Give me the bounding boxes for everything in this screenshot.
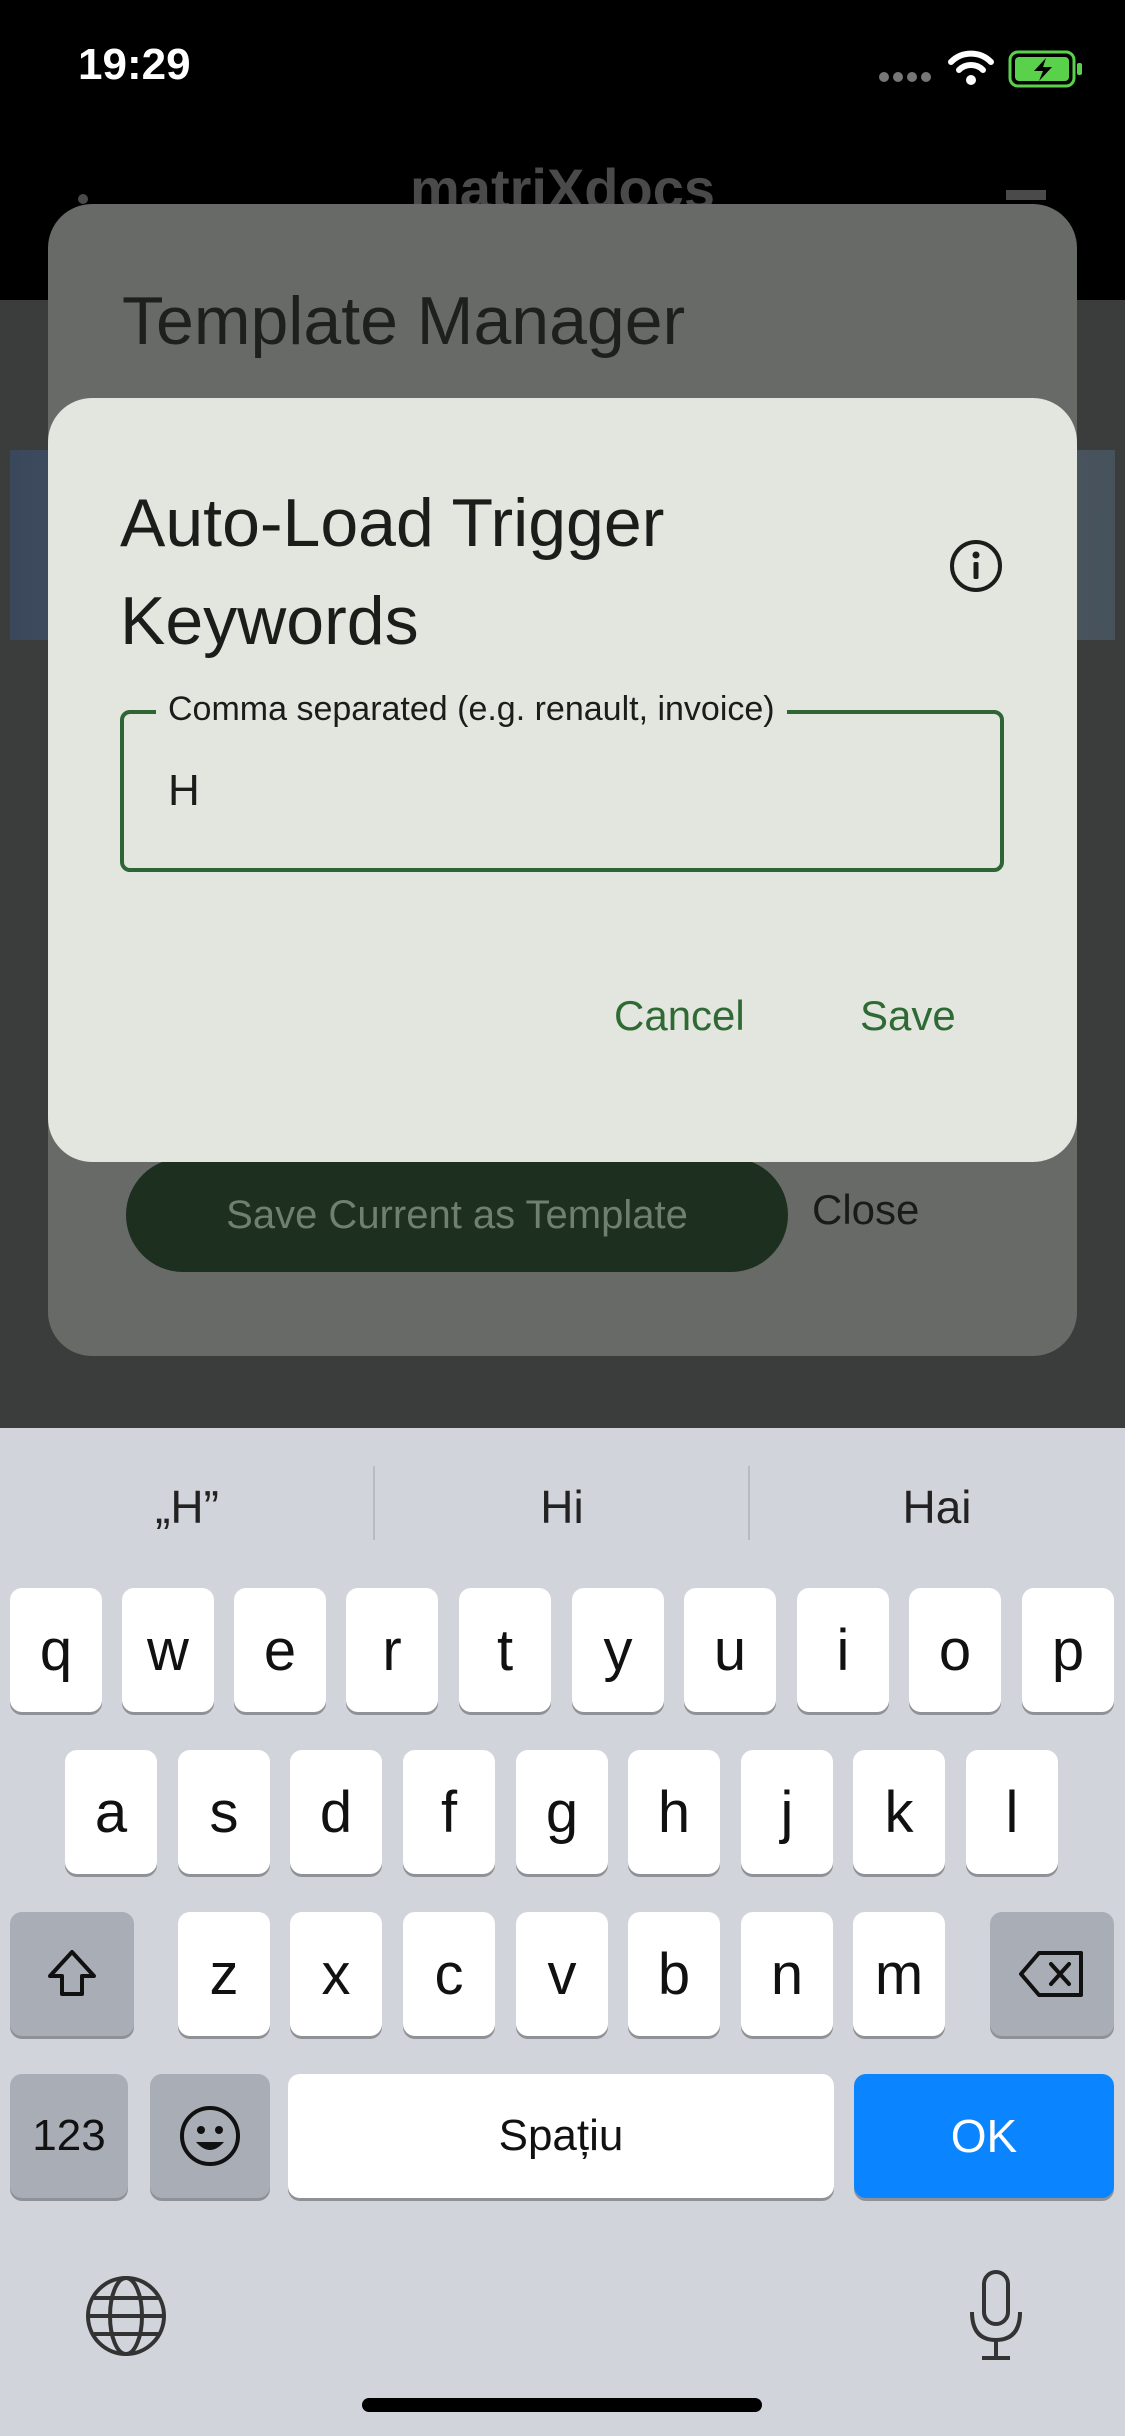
space-key[interactable]: Spațiu: [288, 2074, 834, 2198]
shift-key[interactable]: [10, 1912, 134, 2036]
emoji-key[interactable]: [150, 2074, 270, 2198]
key-y[interactable]: y: [572, 1588, 664, 1712]
key-c[interactable]: c: [403, 1912, 495, 2036]
key-g[interactable]: g: [516, 1750, 608, 1874]
key-r[interactable]: r: [346, 1588, 438, 1712]
key-l[interactable]: l: [966, 1750, 1058, 1874]
suggestion-item[interactable]: Hai: [750, 1480, 1124, 1540]
key-v[interactable]: v: [516, 1912, 608, 2036]
suggestion-item[interactable]: „H”: [0, 1480, 374, 1540]
microphone-icon[interactable]: [966, 2268, 1026, 2364]
suggestion-item[interactable]: Hi: [375, 1480, 749, 1540]
key-h[interactable]: h: [628, 1750, 720, 1874]
backspace-icon: [1019, 1951, 1083, 1997]
key-b[interactable]: b: [628, 1912, 720, 2036]
menu-icon[interactable]: [78, 194, 88, 204]
key-z[interactable]: z: [178, 1912, 270, 2036]
cellular-signal-icon: [879, 72, 931, 82]
globe-icon[interactable]: [84, 2274, 168, 2358]
text-size-icon[interactable]: [1006, 190, 1046, 200]
key-t[interactable]: t: [459, 1588, 551, 1712]
key-o[interactable]: o: [909, 1588, 1001, 1712]
save-as-template-button[interactable]: Save Current as Template: [126, 1158, 788, 1272]
key-p[interactable]: p: [1022, 1588, 1114, 1712]
key-u[interactable]: u: [684, 1588, 776, 1712]
keywords-dialog-title: Auto-Load Trigger Keywords: [120, 485, 665, 659]
home-indicator: [362, 2398, 762, 2412]
key-i[interactable]: i: [797, 1588, 889, 1712]
key-j[interactable]: j: [741, 1750, 833, 1874]
battery-charging-icon: [1008, 50, 1082, 88]
cancel-button[interactable]: Cancel: [614, 992, 745, 1040]
keywords-field-label: Comma separated (e.g. renault, invoice): [156, 690, 787, 729]
key-s[interactable]: s: [178, 1750, 270, 1874]
keywords-input[interactable]: [168, 766, 968, 816]
key-f[interactable]: f: [403, 1750, 495, 1874]
save-button[interactable]: Save: [860, 992, 956, 1040]
backspace-key[interactable]: [990, 1912, 1114, 2036]
shift-icon: [48, 1950, 96, 1996]
key-x[interactable]: x: [290, 1912, 382, 2036]
key-d[interactable]: d: [290, 1750, 382, 1874]
key-w[interactable]: w: [122, 1588, 214, 1712]
info-icon[interactable]: [948, 538, 1004, 594]
key-q[interactable]: q: [10, 1588, 102, 1712]
template-manager-title: Template Manager: [122, 283, 686, 359]
ok-key[interactable]: OK: [854, 2074, 1114, 2198]
emoji-icon: [180, 2106, 240, 2166]
key-n[interactable]: n: [741, 1912, 833, 2036]
close-button[interactable]: Close: [812, 1186, 919, 1234]
wifi-icon: [948, 50, 994, 85]
key-a[interactable]: a: [65, 1750, 157, 1874]
key-k[interactable]: k: [853, 1750, 945, 1874]
key-e[interactable]: e: [234, 1588, 326, 1712]
key-m[interactable]: m: [853, 1912, 945, 2036]
status-time: 19:29: [78, 40, 191, 89]
numbers-key[interactable]: 123: [10, 2074, 128, 2198]
